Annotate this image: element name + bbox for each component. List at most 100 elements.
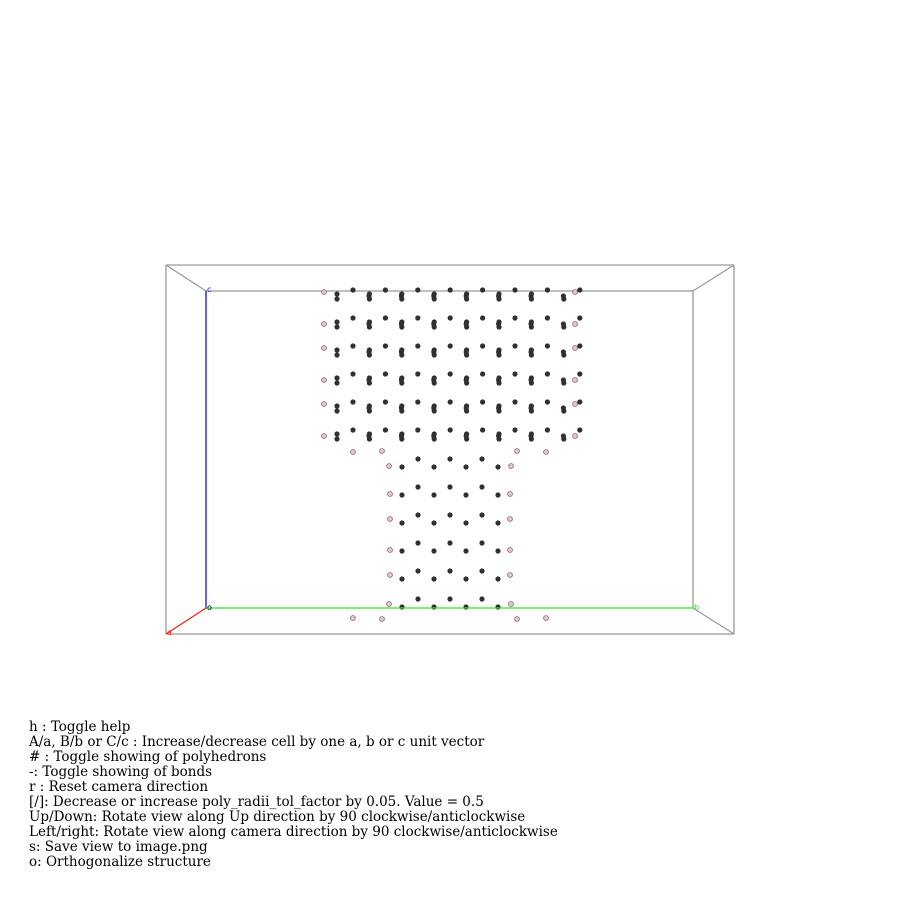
atom-dark [415,399,421,405]
atom-pink [543,449,549,455]
atom-pink [507,547,513,553]
help-line-toggle-help: h : Toggle help [29,719,131,735]
atom-pink [508,601,514,607]
atom-dark [463,520,469,526]
atom-dark [382,399,388,405]
atom-dark [431,492,437,498]
atom-dark [334,319,340,325]
atom-dark [495,576,501,582]
help-line-up-down: Up/Down: Rotate view along Up direction … [29,809,526,825]
lattice-axes: o c b a [165,285,699,637]
help-line-orthogonalize: o: Orthogonalize structure [29,854,211,870]
cell-edge [692,264,735,292]
atom-dark [398,405,404,411]
atom-dark [431,377,437,383]
atom-dark [447,287,453,293]
atom-dark [415,568,421,574]
atom-dark [382,427,388,433]
atom-dark [512,287,518,293]
atom-pink [387,491,393,497]
atom-dark [382,371,388,377]
atom-dark [398,293,404,299]
atom-pink [572,289,578,295]
atom-dark [463,604,469,610]
atom-dark [447,371,453,377]
atom-dark [479,512,485,518]
atom-pink [572,345,578,351]
atom-dark [512,343,518,349]
atom-dark [463,293,469,299]
atom-dark [447,343,453,349]
atom-dark [560,377,567,383]
atom-pink [387,572,393,578]
atom-dark [463,349,469,355]
atom-dark [528,377,534,383]
atom-dark [350,315,356,321]
atom-pink [350,449,356,455]
cell-edge [165,264,207,292]
atom-dark [577,315,583,321]
atom-dark [495,548,501,554]
atom-dark [334,436,340,442]
atom-pink [543,615,549,621]
atom-dark [528,433,534,439]
atom-dark [528,349,534,355]
atom-dark [544,315,551,321]
atom-dark [431,464,437,470]
b-axis-label: b [694,603,699,612]
help-line-cell-resize: A/a, B/b or C/c : Increase/decrease cell… [29,734,485,750]
atom-dark [415,287,421,293]
atom-pink [321,401,327,407]
atom-pink [321,433,327,439]
atom-dark [350,399,356,405]
atom-dark [463,377,469,383]
atom-dark [415,456,421,462]
atom-dark [463,433,469,439]
atom-dark [480,399,486,405]
atom-dark [334,431,340,437]
atom-dark [431,520,437,526]
atoms-group [321,287,583,622]
atom-dark [479,540,485,546]
help-line-left-right: Left/right: Rotate view along camera dir… [29,824,558,840]
atom-dark [544,427,551,433]
atom-dark [415,596,421,602]
help-line-polyhedrons: # : Toggle showing of polyhedrons [29,749,267,765]
atom-dark [560,293,567,299]
atom-dark [447,484,453,490]
atom-dark [334,291,340,297]
atom-pink [386,601,392,607]
atom-dark [399,520,405,526]
atom-dark [399,548,405,554]
atom-pink [379,616,385,622]
help-line-save-view: s: Save view to image.png [29,839,208,855]
atom-dark [334,403,340,409]
atom-dark [528,293,534,299]
atom-dark [398,377,404,383]
atom-dark [577,427,583,433]
atom-dark [398,349,404,355]
atom-dark [431,349,437,355]
atom-pink [321,289,327,295]
atom-dark [415,343,421,349]
atom-dark [495,520,501,526]
atom-dark [480,343,486,349]
atom-dark [431,293,437,299]
atom-dark [560,349,567,355]
atom-dark [463,492,469,498]
atom-dark [447,596,453,602]
help-line-bonds: -: Toggle showing of bonds [29,764,213,780]
atom-dark [463,464,469,470]
atom-dark [560,321,567,327]
atom-dark [366,433,372,439]
atom-pink [321,321,327,327]
atom-dark [350,371,356,377]
cell-edge [692,607,735,635]
atom-dark [366,405,372,411]
atom-dark [399,464,405,470]
atom-dark [447,456,453,462]
atom-dark [447,540,453,546]
atom-dark [463,405,469,411]
atom-dark [512,427,518,433]
atom-dark [479,596,485,602]
